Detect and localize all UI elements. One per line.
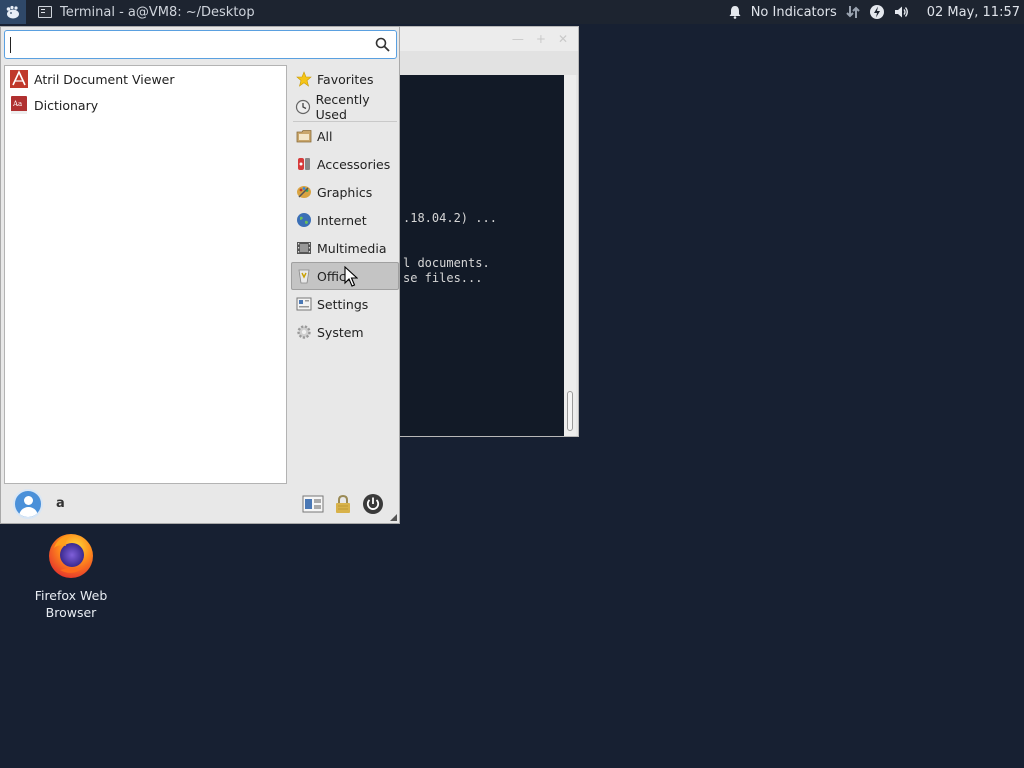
lock-icon: [336, 494, 350, 513]
terminal-menubar: [397, 51, 578, 75]
mouse-pointer-icon: [344, 265, 359, 291]
terminal-line: l documents.: [403, 256, 490, 270]
top-panel: Terminal - a@VM8: ~/Desktop No Indicator…: [0, 0, 1024, 24]
category-label: Favorites: [317, 71, 374, 87]
taskbar-terminal-title: Terminal - a@VM8: ~/Desktop: [60, 4, 255, 20]
user-avatar[interactable]: [13, 489, 43, 519]
category-label: System: [317, 324, 364, 340]
menu-footer: a: [1, 485, 399, 523]
category-settings[interactable]: Settings: [291, 290, 399, 318]
desktop-icon-firefox[interactable]: Firefox Web Browser: [26, 530, 116, 621]
terminal-output[interactable]: .18.04.2) ... l documents. se files...: [400, 75, 564, 436]
category-label: Recently Used: [315, 92, 370, 122]
close-icon[interactable]: ✕: [558, 32, 568, 46]
settings-manager-button[interactable]: [301, 492, 325, 516]
palette-icon: [295, 183, 313, 201]
resize-grip[interactable]: [390, 514, 397, 521]
folder-icon: [295, 127, 313, 145]
power-icon: [363, 494, 383, 514]
category-accessories[interactable]: Accessories: [291, 150, 399, 178]
film-icon: [295, 239, 313, 257]
search-icon[interactable]: [375, 37, 390, 55]
category-label: Accessories: [317, 156, 391, 172]
app-item-dictionary[interactable]: Aa Dictionary: [5, 92, 286, 118]
text-caret: [10, 37, 11, 53]
category-label: All: [317, 128, 333, 144]
category-label: Internet: [317, 212, 367, 228]
firefox-icon: [49, 534, 93, 578]
atril-icon: [8, 68, 30, 90]
indicators-label[interactable]: No Indicators: [751, 5, 837, 20]
gear-icon: [295, 323, 313, 341]
application-menu: Atril Document Viewer Aa Dictionary Favo…: [0, 26, 400, 524]
category-favorites[interactable]: Favorites: [291, 65, 399, 93]
office-icon: [295, 267, 313, 285]
terminal-titlebar[interactable]: — + ✕: [397, 27, 578, 51]
clock[interactable]: 02 May, 11:57: [927, 5, 1020, 20]
desktop-icon-label: Firefox Web Browser: [26, 587, 116, 621]
search-input[interactable]: [4, 30, 397, 59]
logout-button[interactable]: [361, 492, 385, 516]
scrollbar-thumb[interactable]: [567, 391, 573, 431]
category-graphics[interactable]: Graphics: [291, 178, 399, 206]
taskbar-terminal-button[interactable]: Terminal - a@VM8: ~/Desktop: [26, 0, 265, 24]
app-item-label: Dictionary: [34, 97, 99, 113]
star-icon: [295, 70, 313, 88]
minimize-icon[interactable]: —: [512, 32, 524, 46]
category-all[interactable]: All: [291, 122, 399, 150]
terminal-window[interactable]: — + ✕ .18.04.2) ... l documents. se file…: [396, 26, 579, 437]
category-list: Favorites Recently Used All Accessories: [291, 65, 399, 346]
app-item-label: Atril Document Viewer: [34, 71, 175, 87]
category-system[interactable]: System: [291, 318, 399, 346]
category-recently-used[interactable]: Recently Used: [291, 92, 399, 122]
terminal-line: .18.04.2) ...: [403, 211, 497, 225]
terminal-scrollbar[interactable]: [564, 75, 576, 436]
application-list: Atril Document Viewer Aa Dictionary: [4, 65, 287, 484]
svg-text:Aa: Aa: [12, 100, 22, 108]
terminal-line: se files...: [403, 271, 483, 285]
globe-icon: [295, 211, 313, 229]
terminal-icon: [38, 6, 52, 18]
app-item-atril[interactable]: Atril Document Viewer: [5, 66, 286, 92]
desktop-icon-label-line: Browser: [45, 605, 97, 620]
category-multimedia[interactable]: Multimedia: [291, 234, 399, 262]
desktop-icon-label-line: Firefox Web: [34, 588, 108, 603]
settings-manager-icon: [302, 495, 324, 513]
lock-screen-button[interactable]: [331, 492, 355, 516]
xfce-mouse-icon: [6, 5, 19, 19]
category-label: Settings: [317, 296, 369, 312]
whisker-menu-button[interactable]: [0, 0, 26, 24]
network-icon[interactable]: [845, 4, 861, 20]
category-internet[interactable]: Internet: [291, 206, 399, 234]
maximize-icon[interactable]: +: [536, 32, 546, 46]
volume-icon[interactable]: [893, 4, 909, 20]
clock-icon: [295, 98, 312, 116]
notification-bell-icon[interactable]: [727, 4, 743, 20]
category-label: Multimedia: [317, 240, 387, 256]
user-name: a: [56, 496, 65, 511]
dictionary-icon: Aa: [8, 94, 30, 116]
accessories-icon: [295, 155, 313, 173]
power-manager-icon[interactable]: [869, 4, 885, 20]
settings-icon: [295, 295, 313, 313]
category-label: Graphics: [317, 184, 373, 200]
